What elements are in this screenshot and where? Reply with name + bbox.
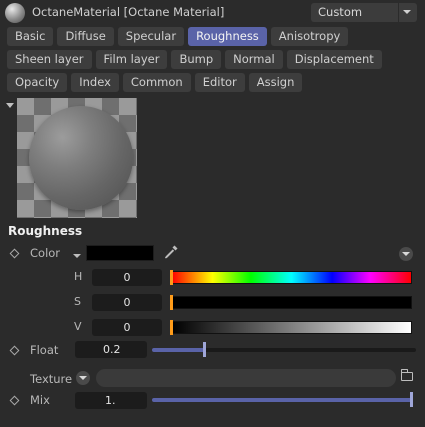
color-mode-caret-icon[interactable] bbox=[73, 254, 81, 258]
mix-field[interactable]: 1. bbox=[75, 392, 147, 409]
h-label: H bbox=[74, 270, 83, 283]
tab-editor[interactable]: Editor bbox=[194, 73, 245, 92]
tab-film-layer[interactable]: Film layer bbox=[95, 50, 168, 69]
mix-slider-fill bbox=[152, 398, 412, 402]
v-field[interactable]: 0 bbox=[92, 319, 162, 336]
keyframe-diamond-icon[interactable] bbox=[9, 345, 20, 356]
mode-dropdown-value: Custom bbox=[318, 5, 363, 19]
keyframe-diamond-icon[interactable] bbox=[9, 248, 20, 259]
material-title: OctaneMaterial [Octane Material] bbox=[32, 5, 225, 19]
tab-displacement[interactable]: Displacement bbox=[286, 50, 382, 69]
mix-slider[interactable] bbox=[152, 398, 412, 402]
s-label: S bbox=[74, 295, 81, 308]
keyframe-diamond-icon[interactable] bbox=[9, 395, 20, 406]
tab-row-2: Sheen layer Film layer Bump Normal Displ… bbox=[7, 50, 382, 69]
preview-sphere bbox=[29, 106, 133, 210]
tab-row-1: Basic Diffuse Specular Roughness Anisotr… bbox=[7, 27, 349, 46]
tab-assign[interactable]: Assign bbox=[248, 73, 303, 92]
saturation-slider[interactable] bbox=[171, 296, 412, 309]
chevron-down-icon bbox=[403, 10, 411, 14]
s-field[interactable]: 0 bbox=[92, 294, 162, 311]
color-swatch[interactable] bbox=[86, 245, 154, 261]
folder-icon[interactable] bbox=[401, 369, 413, 381]
mix-label: Mix bbox=[30, 393, 50, 407]
float-label: Float bbox=[30, 343, 59, 357]
collapse-arrow-icon[interactable] bbox=[6, 103, 14, 108]
hue-marker[interactable] bbox=[170, 270, 173, 285]
tab-anisotropy[interactable]: Anisotropy bbox=[270, 27, 349, 46]
color-options-button[interactable] bbox=[399, 247, 413, 261]
mode-dropdown[interactable]: Custom bbox=[311, 3, 417, 22]
float-field[interactable]: 0.2 bbox=[75, 341, 147, 358]
hue-slider[interactable] bbox=[171, 271, 412, 284]
float-slider[interactable] bbox=[152, 348, 416, 352]
tab-opacity[interactable]: Opacity bbox=[7, 73, 68, 92]
section-title: Roughness bbox=[8, 224, 83, 238]
eyedropper-icon[interactable] bbox=[163, 244, 179, 260]
texture-label: Texture bbox=[30, 372, 73, 386]
tab-index[interactable]: Index bbox=[71, 73, 119, 92]
tab-diffuse[interactable]: Diffuse bbox=[57, 27, 114, 46]
float-slider-thumb[interactable] bbox=[203, 342, 206, 357]
color-label: Color bbox=[30, 246, 61, 260]
float-slider-fill bbox=[152, 348, 205, 352]
value-marker[interactable] bbox=[170, 320, 173, 335]
saturation-marker[interactable] bbox=[170, 295, 173, 310]
tab-normal[interactable]: Normal bbox=[225, 50, 283, 69]
mode-dropdown-divider bbox=[398, 3, 399, 22]
tab-roughness[interactable]: Roughness bbox=[188, 27, 267, 46]
tab-basic[interactable]: Basic bbox=[7, 27, 54, 46]
h-field[interactable]: 0 bbox=[92, 269, 162, 286]
material-sphere-icon bbox=[5, 3, 25, 23]
material-preview[interactable] bbox=[17, 98, 137, 218]
tab-specular[interactable]: Specular bbox=[117, 27, 185, 46]
tab-bump[interactable]: Bump bbox=[171, 50, 222, 69]
texture-field[interactable] bbox=[96, 369, 396, 387]
mix-slider-thumb[interactable] bbox=[410, 392, 413, 407]
tab-sheen-layer[interactable]: Sheen layer bbox=[7, 50, 92, 69]
value-slider[interactable] bbox=[171, 321, 412, 334]
texture-menu-button[interactable] bbox=[76, 371, 90, 385]
v-label: V bbox=[74, 320, 82, 333]
tab-row-3: Opacity Index Common Editor Assign bbox=[7, 73, 303, 92]
tab-common[interactable]: Common bbox=[122, 73, 191, 92]
